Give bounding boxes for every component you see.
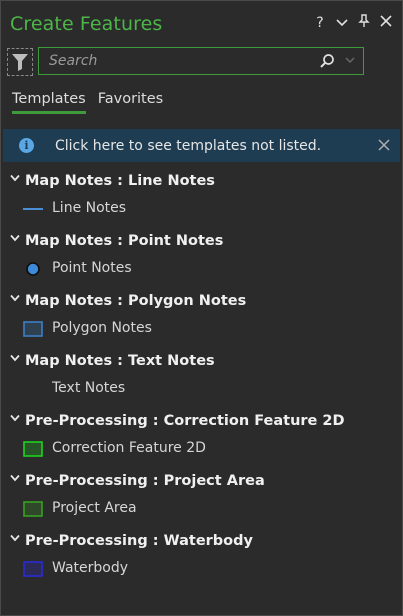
tab-favorites[interactable]: Favorites bbox=[98, 91, 164, 114]
tab-templates[interactable]: Templates bbox=[12, 91, 86, 114]
template-item[interactable]: Waterbody bbox=[0, 556, 400, 586]
template-group: Pre-Processing : Waterbody Waterbody bbox=[0, 530, 400, 586]
group-header[interactable]: Pre-Processing : Waterbody bbox=[0, 530, 400, 556]
template-item-label: Waterbody bbox=[52, 560, 129, 576]
group-title: Pre-Processing : Correction Feature 2D bbox=[25, 413, 345, 429]
group-header[interactable]: Map Notes : Text Notes bbox=[0, 350, 400, 376]
chevron-down-icon[interactable] bbox=[10, 174, 20, 185]
line-symbol-icon bbox=[23, 201, 43, 217]
group-header[interactable]: Map Notes : Line Notes bbox=[0, 170, 400, 196]
chevron-down-icon[interactable] bbox=[335, 15, 349, 31]
polygon-symbol-icon bbox=[23, 441, 43, 457]
template-item[interactable]: Line Notes bbox=[0, 196, 400, 226]
chevron-down-icon[interactable] bbox=[10, 294, 20, 305]
template-item[interactable]: Polygon Notes bbox=[0, 316, 400, 346]
polygon-symbol-icon bbox=[23, 501, 43, 517]
polygon-symbol-icon bbox=[23, 321, 43, 337]
search-options-chevron-icon[interactable] bbox=[345, 54, 355, 67]
tab-bar: Templates Favorites bbox=[12, 91, 163, 114]
group-header[interactable]: Map Notes : Point Notes bbox=[0, 230, 400, 256]
polygon-symbol-icon bbox=[23, 561, 43, 577]
template-item-label: Polygon Notes bbox=[52, 320, 152, 336]
template-group: Map Notes : Line Notes Line Notes bbox=[0, 170, 400, 226]
template-group: Map Notes : Polygon Notes Polygon Notes bbox=[0, 290, 400, 346]
search-icon[interactable] bbox=[319, 53, 335, 73]
chevron-down-icon[interactable] bbox=[10, 474, 20, 485]
filter-button[interactable] bbox=[7, 48, 33, 76]
group-title: Map Notes : Text Notes bbox=[25, 353, 215, 369]
pin-icon[interactable] bbox=[357, 14, 371, 32]
template-item-label: Correction Feature 2D bbox=[52, 440, 206, 456]
group-title: Map Notes : Line Notes bbox=[25, 173, 215, 189]
filter-icon bbox=[12, 54, 28, 71]
chevron-down-icon[interactable] bbox=[10, 354, 20, 365]
group-title: Map Notes : Polygon Notes bbox=[25, 293, 247, 309]
info-icon: i bbox=[19, 138, 34, 153]
point-symbol-icon bbox=[23, 261, 43, 277]
template-item-label: Point Notes bbox=[52, 260, 132, 276]
banner-message[interactable]: Click here to see templates not listed. bbox=[55, 138, 321, 154]
group-header[interactable]: Map Notes : Polygon Notes bbox=[0, 290, 400, 316]
template-item-label: Project Area bbox=[52, 500, 137, 516]
group-title: Map Notes : Point Notes bbox=[25, 233, 224, 249]
group-header[interactable]: Pre-Processing : Correction Feature 2D bbox=[0, 410, 400, 436]
template-item[interactable]: Project Area bbox=[0, 496, 400, 526]
template-group: Pre-Processing : Project Area Project Are… bbox=[0, 470, 400, 526]
pane-title: Create Features bbox=[10, 13, 163, 35]
group-title: Pre-Processing : Project Area bbox=[25, 473, 265, 489]
template-group: Map Notes : Text Notes Text Notes bbox=[0, 350, 400, 406]
template-item[interactable]: Text Notes bbox=[0, 376, 400, 406]
help-icon[interactable]: ? bbox=[313, 15, 327, 31]
banner-close-icon[interactable] bbox=[378, 136, 390, 155]
group-header[interactable]: Pre-Processing : Project Area bbox=[0, 470, 400, 496]
template-group: Pre-Processing : Correction Feature 2D Co… bbox=[0, 410, 400, 466]
group-title: Pre-Processing : Waterbody bbox=[25, 533, 253, 549]
chevron-down-icon[interactable] bbox=[10, 414, 20, 425]
search-input[interactable] bbox=[39, 48, 319, 74]
template-item[interactable]: Point Notes bbox=[0, 256, 400, 286]
template-item-label: Text Notes bbox=[52, 380, 126, 396]
template-item-label: Line Notes bbox=[52, 200, 127, 216]
template-item[interactable]: Correction Feature 2D bbox=[0, 436, 400, 466]
search-box bbox=[38, 47, 364, 75]
template-group: Map Notes : Point Notes Point Notes bbox=[0, 230, 400, 286]
chevron-down-icon[interactable] bbox=[10, 534, 20, 545]
chevron-down-icon[interactable] bbox=[10, 234, 20, 245]
info-banner[interactable]: i Click here to see templates not listed… bbox=[3, 129, 400, 162]
text-symbol-icon bbox=[23, 381, 43, 397]
close-icon[interactable] bbox=[379, 15, 393, 31]
window-controls: ? bbox=[313, 14, 393, 32]
